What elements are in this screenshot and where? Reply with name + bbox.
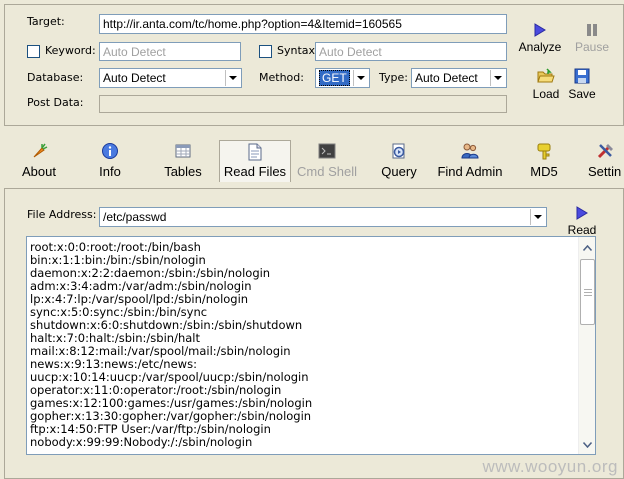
scrollbar-thumb[interactable] [580, 259, 595, 325]
document-icon [247, 141, 263, 162]
method-select[interactable]: GET [315, 68, 370, 88]
watermark: www.wooyun.org [482, 457, 618, 476]
tab-tables-label: Tables [164, 164, 202, 179]
database-select[interactable]: Auto Detect [99, 68, 242, 88]
database-value: Auto Detect [103, 71, 166, 85]
keyword-checkbox[interactable] [27, 45, 40, 58]
keyword-input[interactable]: Auto Detect [99, 42, 241, 61]
post-data-input[interactable] [99, 95, 507, 113]
tab-cmd-shell-label: Cmd Shell [297, 164, 357, 179]
tab-read-files[interactable]: Read Files [219, 140, 291, 182]
analyze-label: Analyze [518, 40, 562, 54]
pause-button[interactable]: Pause [570, 17, 614, 54]
type-label: Type: [379, 71, 408, 84]
syntax-input[interactable]: Auto Detect [315, 42, 507, 61]
tab-md5[interactable]: MD5 [524, 140, 564, 182]
read-button[interactable]: Read [562, 200, 602, 237]
query-icon [390, 140, 408, 162]
syntax-label: Syntax: [277, 44, 319, 57]
scroll-down-icon[interactable] [580, 437, 595, 452]
tab-tables[interactable]: Tables [158, 140, 208, 182]
users-icon [460, 140, 480, 162]
target-input[interactable]: http://ir.anta.com/tc/home.php?option=4&… [99, 14, 507, 34]
key-icon [535, 140, 553, 162]
pause-label: Pause [574, 40, 610, 54]
tools-icon [588, 140, 624, 162]
load-button[interactable]: Load [526, 64, 566, 101]
info-icon [101, 140, 119, 162]
folder-open-icon [537, 64, 555, 84]
read-label: Read [567, 223, 597, 237]
save-label: Save [568, 87, 596, 101]
file-address-value: /etc/passwd [103, 210, 167, 224]
play-icon [534, 17, 546, 37]
tab-query[interactable]: Query [376, 140, 422, 182]
tab-find-admin[interactable]: Find Admin [436, 140, 504, 182]
file-content-textarea[interactable]: root:x:0:0:root:/root:/bin/bash bin:x:1:1… [26, 236, 596, 455]
chevron-down-icon[interactable] [530, 209, 545, 225]
syntax-checkbox[interactable] [259, 45, 272, 58]
save-button[interactable]: Save [564, 64, 600, 101]
floppy-disk-icon [574, 64, 590, 84]
file-address-select[interactable]: /etc/passwd [99, 207, 547, 227]
target-label: Target: [27, 15, 65, 28]
table-icon [175, 140, 191, 162]
type-select[interactable]: Auto Detect [411, 68, 507, 88]
pause-icon [585, 17, 599, 37]
tab-find-admin-label: Find Admin [437, 164, 503, 179]
keyword-label: Keyword: [45, 44, 96, 57]
chevron-down-icon[interactable] [225, 70, 240, 86]
type-value: Auto Detect [415, 71, 478, 85]
file-content-line: nobody:x:99:99:Nobody:/:/sbin/nologin [30, 435, 253, 449]
tab-cmd-shell[interactable]: Cmd Shell [294, 140, 360, 182]
chevron-down-icon[interactable] [353, 70, 368, 86]
analyze-button[interactable]: Analyze [516, 17, 564, 54]
post-data-label: Post Data: [27, 96, 84, 109]
play-icon [576, 200, 588, 220]
tab-info-label: Info [99, 164, 121, 179]
scroll-up-icon[interactable] [580, 240, 595, 255]
load-label: Load [532, 87, 560, 101]
tab-about[interactable]: About [16, 140, 62, 182]
carrot-icon [30, 140, 48, 162]
database-label: Database: [27, 71, 84, 84]
file-address-label: File Address: [27, 208, 97, 221]
tab-query-label: Query [381, 164, 417, 179]
tab-read-files-label: Read Files [223, 164, 287, 179]
file-content-lines: root:x:0:0:root:/root:/bin/bash bin:x:1:1… [30, 241, 312, 449]
tab-about-label: About [22, 164, 56, 179]
method-label: Method: [259, 71, 304, 84]
tab-settings[interactable]: Settin [588, 140, 624, 182]
tab-settings-label: Settin [588, 164, 622, 179]
tab-md5-label: MD5 [530, 164, 558, 179]
vertical-scrollbar[interactable] [578, 237, 595, 454]
terminal-icon [318, 140, 336, 162]
method-value: GET [319, 70, 350, 86]
tab-info[interactable]: Info [88, 140, 132, 182]
chevron-down-icon[interactable] [490, 70, 505, 86]
